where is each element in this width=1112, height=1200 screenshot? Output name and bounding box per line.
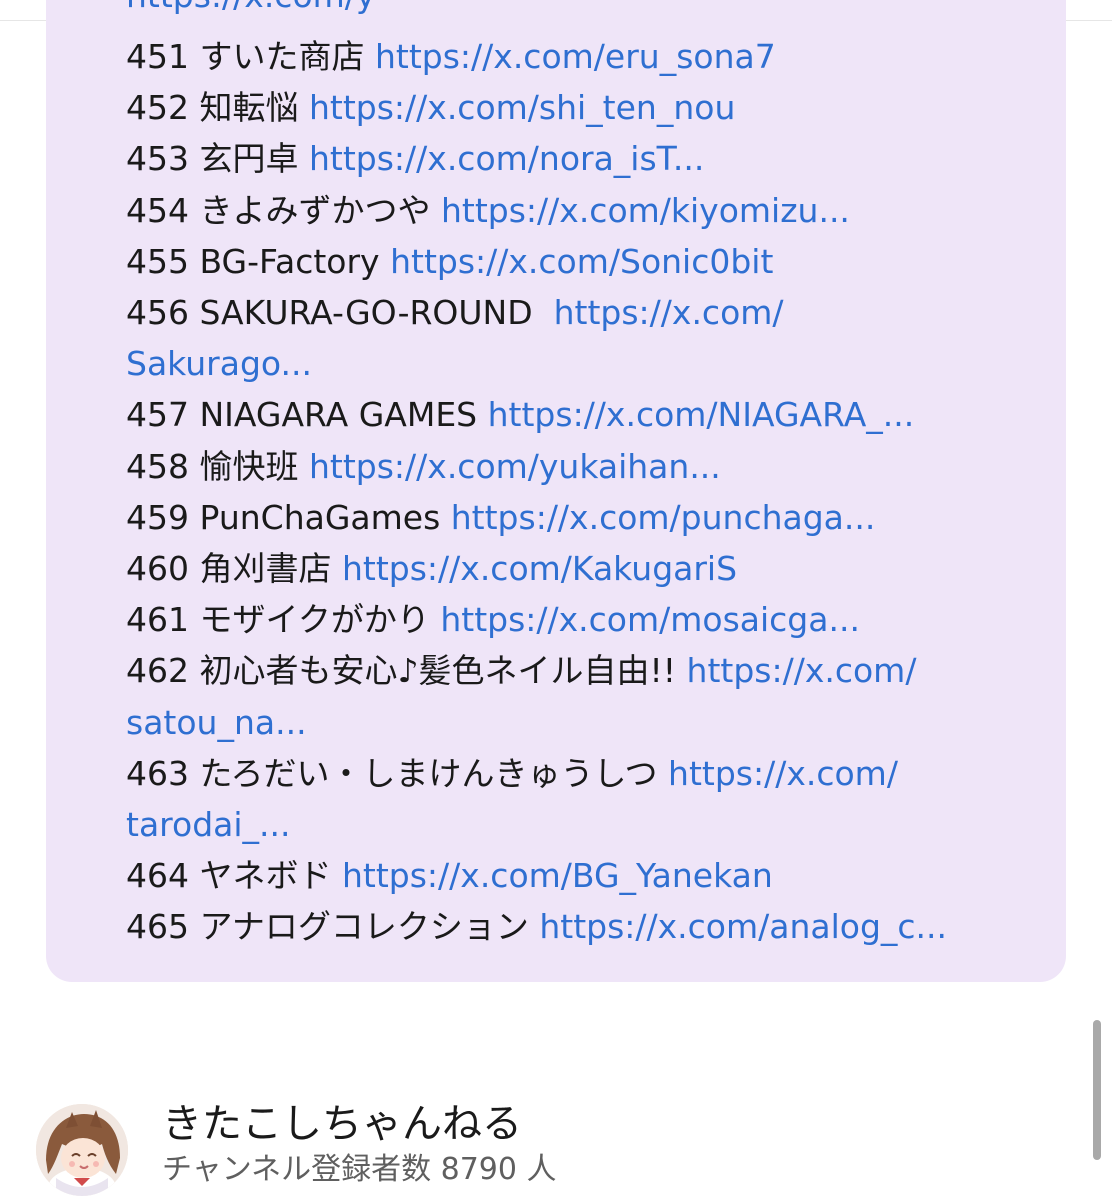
list-item: 463 たろだい・しまけんきゅうしつ https://x.com/ bbox=[126, 748, 1066, 799]
entry-number: 456 bbox=[126, 293, 189, 333]
entry-number: 451 bbox=[126, 37, 189, 76]
list-item: 461 モザイクがかり https://x.com/mosaicga... bbox=[126, 594, 1066, 645]
entry-link[interactable]: https://x.com/Sonic0bit bbox=[390, 242, 773, 281]
entry-link[interactable]: https://x.com/kiyomizu... bbox=[441, 191, 850, 230]
entry-number: 460 bbox=[126, 549, 189, 589]
entry-number: 465 bbox=[126, 907, 189, 947]
channel-header[interactable]: きたこしちゃんねる チャンネル登録者数 8790 人 bbox=[36, 1100, 936, 1200]
list-item: 456 SAKURA-GO-ROUND https://x.com/ bbox=[126, 287, 1066, 338]
scrollbar[interactable] bbox=[1093, 1020, 1101, 1160]
list-item: 459 PunChaGames https://x.com/punchaga..… bbox=[126, 492, 1066, 543]
entry-number: 457 bbox=[126, 395, 189, 435]
entry-link[interactable]: https://x.com/nora_isT... bbox=[309, 139, 704, 178]
entry-link-continuation[interactable]: satou_na... bbox=[126, 703, 307, 742]
entry-link[interactable]: https://x.com/ bbox=[687, 651, 917, 690]
entry-number: 459 bbox=[126, 497, 189, 537]
channel-name[interactable]: きたこしちゃんねる bbox=[162, 1100, 522, 1148]
list-item-continuation: Sakurago... bbox=[126, 338, 1066, 389]
list-item: 451 すいた商店 https://x.com/eru_sona7 bbox=[126, 31, 1066, 82]
entry-name: すいた商店 bbox=[199, 37, 365, 76]
entry-number: 464 bbox=[126, 856, 189, 896]
avatar[interactable] bbox=[36, 1104, 128, 1196]
entry-name: 玄円卓 bbox=[199, 139, 299, 179]
list-item: 462 初心者も安心♪髪色ネイル自由!! https://x.com/ bbox=[126, 645, 1066, 696]
list-item-continuation: tarodai_... bbox=[126, 799, 1066, 850]
entry-number: 458 bbox=[126, 446, 189, 486]
entry-link[interactable]: https://x.com/BG_Yanekan bbox=[342, 856, 773, 895]
description-card: https://x.com/y 451 すいた商店 https://x.com/… bbox=[46, 0, 1066, 982]
list-item: 457 NIAGARA GAMES https://x.com/NIAGARA_… bbox=[126, 389, 1066, 440]
entry-name: アナログコレクション bbox=[199, 907, 529, 947]
entry-name: 角刈書店 bbox=[199, 549, 332, 589]
entry-link-continuation[interactable]: Sakurago... bbox=[126, 344, 312, 383]
entry-link-continuation[interactable]: tarodai_... bbox=[126, 805, 291, 844]
entry-number: 455 bbox=[126, 241, 189, 281]
entry-name: ヤネボド bbox=[199, 856, 332, 896]
entry-link[interactable]: https://x.com/ bbox=[668, 754, 898, 793]
entry-number: 462 bbox=[126, 651, 189, 691]
entry-name: たろだい・しまけんきゅうしつ bbox=[199, 753, 658, 793]
entry-link[interactable]: https://x.com/KakugariS bbox=[342, 549, 737, 588]
list-item: 465 アナログコレクション https://x.com/analog_c... bbox=[126, 901, 1066, 952]
list-item: 458 愉快班 https://x.com/yukaihan... bbox=[126, 441, 1066, 492]
entry-number: 453 bbox=[126, 139, 189, 179]
entry-link[interactable]: https://x.com/NIAGARA_... bbox=[488, 395, 915, 434]
entry-name: モザイクがかり bbox=[199, 600, 430, 640]
avatar-girl-icon bbox=[36, 1104, 128, 1196]
list-item: 455 BG-Factory https://x.com/Sonic0bit bbox=[126, 236, 1066, 287]
list-item-continuation: satou_na... bbox=[126, 697, 1066, 748]
entry-link[interactable]: https://x.com/analog_c... bbox=[539, 907, 947, 946]
entry-link[interactable]: https://x.com/shi_ten_nou bbox=[309, 88, 735, 127]
entry-name: NIAGARA GAMES bbox=[199, 395, 478, 435]
entry-list: 451 すいた商店 https://x.com/eru_sona7 452 知転… bbox=[126, 31, 1066, 953]
list-item: 464 ヤネボド https://x.com/BG_Yanekan bbox=[126, 850, 1066, 901]
list-item: 452 知転悩 https://x.com/shi_ten_nou bbox=[126, 82, 1066, 133]
entry-name: 愉快班 bbox=[199, 446, 299, 486]
entry-name: BG-Factory bbox=[199, 241, 380, 281]
entry-link[interactable]: https://x.com/eru_sona7 bbox=[375, 37, 776, 76]
list-item: 453 玄円卓 https://x.com/nora_isT... bbox=[126, 133, 1066, 184]
list-item: 460 角刈書店 https://x.com/KakugariS bbox=[126, 543, 1066, 594]
entry-link[interactable]: https://x.com/mosaicga... bbox=[440, 600, 860, 639]
entry-number: 452 bbox=[126, 88, 189, 128]
entry-link[interactable]: https://x.com/punchaga... bbox=[451, 498, 876, 537]
entry-name: きよみずかつや bbox=[199, 190, 431, 230]
entry-name: SAKURA-GO-ROUND bbox=[199, 293, 533, 333]
entry-number: 461 bbox=[126, 600, 189, 640]
entry-name: 知転悩 bbox=[199, 88, 299, 128]
list-item: 454 きよみずかつや https://x.com/kiyomizu... bbox=[126, 185, 1066, 236]
entry-number: 454 bbox=[126, 190, 189, 230]
entry-link[interactable]: https://x.com/yukaihan... bbox=[309, 447, 721, 486]
entry-link[interactable]: https://x.com/ bbox=[554, 293, 784, 332]
partial-top-link[interactable]: https://x.com/y bbox=[126, 0, 1026, 22]
subscriber-count: チャンネル登録者数 8790 人 bbox=[162, 1152, 557, 1187]
entry-name: PunChaGames bbox=[199, 497, 441, 537]
entry-number: 463 bbox=[126, 753, 189, 793]
entry-name: 初心者も安心♪髪色ネイル自由!! bbox=[199, 651, 677, 691]
